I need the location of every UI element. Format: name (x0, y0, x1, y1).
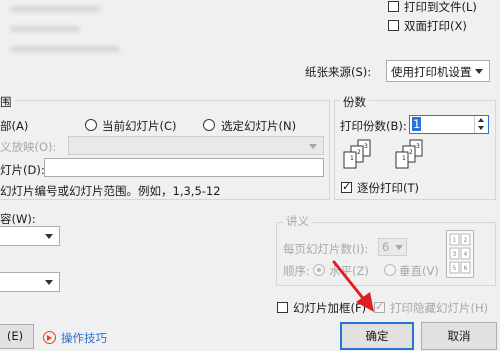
ok-button[interactable]: 确定 (340, 322, 414, 350)
handout-preview-num: 3 (453, 251, 457, 258)
copies-count-value: 1 (412, 117, 422, 131)
copies-count-input[interactable]: 1 (409, 115, 489, 134)
ok-button-label: 确定 (365, 329, 389, 343)
order-label: 顺序: (283, 264, 310, 278)
chevron-down-icon (45, 280, 53, 285)
paper-source-label: 纸张来源(S): (305, 65, 372, 79)
per-page-value: 6 (382, 240, 390, 254)
copies-spinner[interactable] (474, 116, 488, 133)
chevron-down-icon (475, 69, 483, 74)
handout-layout-preview: 1 2 3 4 5 6 (446, 230, 474, 278)
paper-source-value: 使用打印机设置 (391, 65, 472, 79)
tips-icon (43, 331, 56, 344)
left-partial-button[interactable]: (E) (0, 324, 34, 349)
custom-show-select[interactable] (68, 136, 324, 155)
collate-pages-icon: 3 2 1 3 2 1 (343, 139, 423, 169)
handout-preview-num: 2 (464, 237, 468, 244)
handout-preview-num: 5 (453, 265, 457, 272)
chevron-down-icon (395, 245, 403, 250)
collate-page-num: 2 (409, 149, 413, 156)
collate-page-num: 3 (364, 143, 368, 150)
collate-page-num: 3 (416, 143, 420, 150)
slides-input[interactable] (44, 158, 324, 177)
cancel-button[interactable]: 取消 (421, 322, 497, 350)
collate-checkbox[interactable] (341, 180, 352, 193)
print-hidden-label: 打印隐藏幻灯片(H) (390, 301, 489, 315)
blurred-region (10, 26, 80, 32)
vertical-radio[interactable] (384, 264, 396, 276)
print-range-title: 围 (0, 94, 15, 110)
duplex-label: 双面打印(X) (404, 19, 467, 33)
selected-slides-label: 选定幻灯片(N) (221, 119, 297, 133)
print-to-file-label: 打印到文件(L) (404, 0, 477, 14)
chevron-down-icon (45, 234, 53, 239)
tips-link[interactable]: 操作技巧 (61, 330, 107, 346)
annotation-arrow (332, 260, 374, 312)
custom-show-label: 义放映(O): (0, 140, 57, 154)
collate-page-num: 1 (402, 155, 406, 162)
duplex-checkbox[interactable] (388, 20, 399, 31)
spin-down-icon[interactable] (478, 126, 484, 130)
handout-preview-num: 6 (464, 265, 468, 272)
range-hint: 幻灯片编号或幻灯片范围。例如，1,3,5-12 (0, 184, 221, 198)
print-to-file-checkbox[interactable] (388, 1, 399, 12)
handout-preview-num: 1 (453, 237, 457, 244)
collate-label: 逐份打印(T) (357, 181, 419, 195)
collate-page-num: 1 (350, 155, 354, 162)
handout-preview-num: 4 (464, 251, 468, 258)
print-what-label: 容(W): (0, 212, 36, 226)
current-slide-label: 当前幻灯片(C) (102, 119, 177, 133)
frame-slides-checkbox[interactable] (277, 302, 288, 313)
blurred-region (10, 6, 100, 12)
paper-source-select[interactable]: 使用打印机设置 (386, 60, 490, 82)
chevron-down-icon (309, 143, 317, 149)
blurred-region (10, 46, 120, 52)
copies-count-label: 打印份数(B): (340, 119, 407, 133)
handouts-title: 讲义 (283, 213, 312, 229)
copies-title: 份数 (340, 94, 369, 110)
vertical-label: 垂直(V) (399, 264, 439, 278)
color-select[interactable] (0, 272, 60, 292)
left-partial-button-label: (E) (6, 329, 24, 343)
collate-page-num: 2 (357, 149, 361, 156)
spin-up-icon[interactable] (478, 118, 484, 122)
per-page-label: 每页幻灯片数(I): (283, 242, 369, 256)
all-slides-label[interactable]: 部(A) (0, 118, 28, 134)
print-what-select[interactable] (0, 226, 60, 246)
per-page-select[interactable]: 6 (378, 238, 407, 256)
selected-slides-radio[interactable] (203, 119, 215, 131)
cancel-button-label: 取消 (447, 329, 471, 343)
current-slide-radio[interactable] (85, 119, 97, 131)
horizontal-radio[interactable] (313, 264, 325, 276)
slides-label: 灯片(D): (0, 163, 45, 177)
